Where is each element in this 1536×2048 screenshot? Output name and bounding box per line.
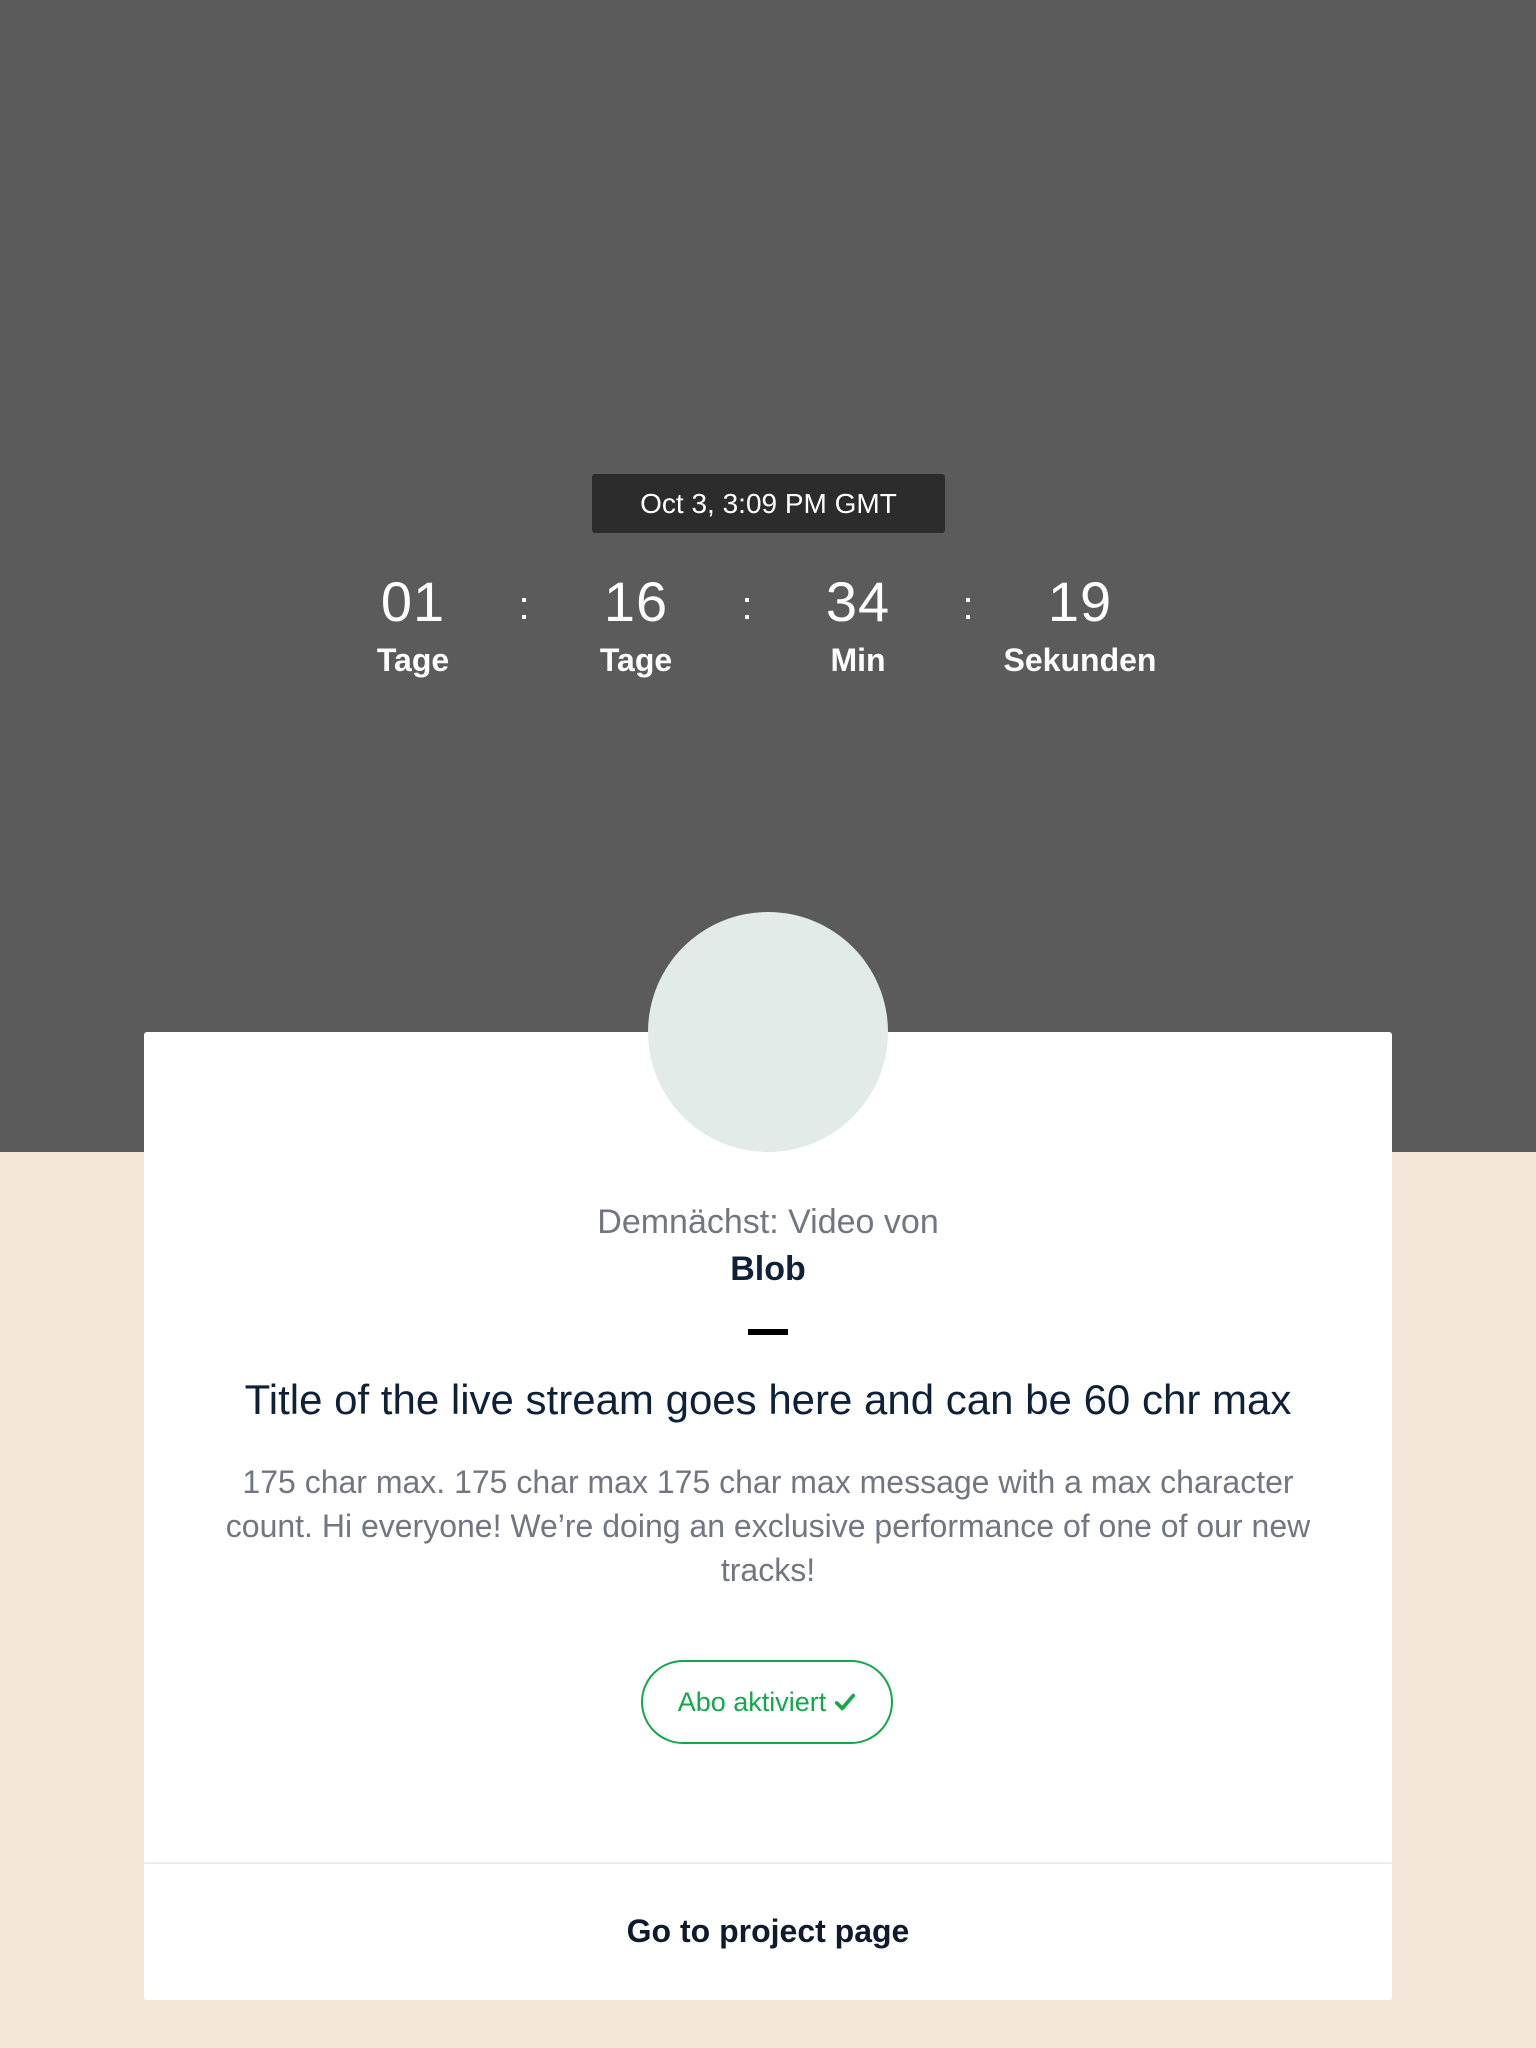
countdown-timer: 01 Tage : 16 Tage : 34 Min : 19 Sekunden	[0, 566, 1536, 686]
countdown-separator: :	[741, 584, 753, 628]
countdown-value: 34	[825, 570, 891, 633]
subscription-active-button[interactable]: Abo aktiviert	[641, 1660, 893, 1744]
artist-name[interactable]: Blob	[144, 1245, 1392, 1293]
stream-title: Title of the live stream goes here and c…	[244, 1376, 1292, 1423]
countdown-separator: :	[518, 584, 530, 628]
subscription-label: Abo aktiviert	[677, 1686, 827, 1717]
stream-message: 175 char max. 175 char max 175 char max …	[225, 1464, 1311, 1588]
countdown-value: 19	[1047, 570, 1113, 633]
countdown-label: Min	[830, 642, 886, 678]
scheduled-date-badge: Oct 3, 3:09 PM GMT	[592, 474, 945, 533]
countdown-unit-hours: 16 Tage	[546, 566, 726, 680]
countdown-separator: :	[962, 584, 974, 628]
countdown-label: Tage	[599, 642, 673, 678]
upcoming-video-label: Demnächst: Video von	[597, 1203, 939, 1241]
countdown-value: 16	[603, 570, 669, 633]
countdown-unit-seconds: 19 Sekunden	[990, 566, 1170, 680]
countdown-value: 01	[380, 570, 446, 633]
artist-avatar	[648, 912, 888, 1152]
countdown-label: Tage	[376, 642, 450, 678]
divider-dash	[748, 1329, 788, 1335]
countdown-unit-minutes: 34 Min	[768, 566, 948, 680]
countdown-unit-days: 01 Tage	[323, 566, 503, 680]
check-icon	[835, 1693, 856, 1711]
go-to-project-page-link[interactable]: Go to project page	[144, 1864, 1392, 1998]
countdown-label: Sekunden	[1003, 642, 1157, 678]
